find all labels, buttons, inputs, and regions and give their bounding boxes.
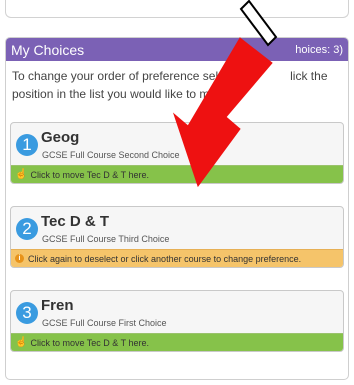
panel-title: My Choices xyxy=(11,41,85,58)
panel-header: My Choices hoices: 3) xyxy=(6,38,348,61)
move-here-button[interactable]: ☝ Click to move Tec D & T here. xyxy=(11,165,343,183)
hand-pointer-icon: ☝ xyxy=(15,169,28,180)
instructions-line-1: To change your order of preference selec… xyxy=(12,69,235,83)
choice-card-3[interactable]: 3 Fren GCSE Full Course First Choice ☝ C… xyxy=(10,290,344,352)
hand-pointer-icon: ☝ xyxy=(15,337,28,348)
my-choices-panel: My Choices hoices: 3) To change your ord… xyxy=(5,37,349,380)
choice-card-1[interactable]: 1 Geog GCSE Full Course Second Choice ☝ … xyxy=(10,122,344,184)
selected-info-label: Click again to deselect or click another… xyxy=(28,253,302,264)
move-here-label: Click to move Tec D & T here. xyxy=(30,169,149,180)
move-here-label: Click to move Tec D & T here. xyxy=(30,337,149,348)
choices-count: hoices: 3) xyxy=(295,43,343,56)
instructions-line-2: position in the list you would like to m… xyxy=(12,87,217,101)
course-detail: GCSE Full Course Third Choice xyxy=(42,234,170,244)
selected-info-bar: i Click again to deselect or click anoth… xyxy=(11,249,343,267)
move-here-button[interactable]: ☝ Click to move Tec D & T here. xyxy=(11,333,343,351)
info-icon: i xyxy=(15,254,24,263)
choice-card-body[interactable]: 2 Tec D & T GCSE Full Course Third Choic… xyxy=(11,207,343,250)
course-detail: GCSE Full Course Second Choice xyxy=(42,150,180,160)
course-name: Tec D & T xyxy=(41,213,110,230)
course-name: Geog xyxy=(41,129,80,146)
choice-card-body[interactable]: 1 Geog GCSE Full Course Second Choice xyxy=(11,123,343,166)
rank-number-badge: 2 xyxy=(16,218,38,240)
rank-number-badge: 1 xyxy=(16,134,38,156)
rank-number-badge: 3 xyxy=(16,302,38,324)
previous-panel-edge xyxy=(5,0,349,18)
choice-card-body[interactable]: 3 Fren GCSE Full Course First Choice xyxy=(11,291,343,334)
choice-card-2[interactable]: 2 Tec D & T GCSE Full Course Third Choic… xyxy=(10,206,344,268)
course-name: Fren xyxy=(41,297,74,314)
course-detail: GCSE Full Course First Choice xyxy=(42,318,167,328)
instructions-text: To change your order of preference selec… xyxy=(6,61,348,105)
instructions-line-1-end: lick the xyxy=(290,69,328,83)
